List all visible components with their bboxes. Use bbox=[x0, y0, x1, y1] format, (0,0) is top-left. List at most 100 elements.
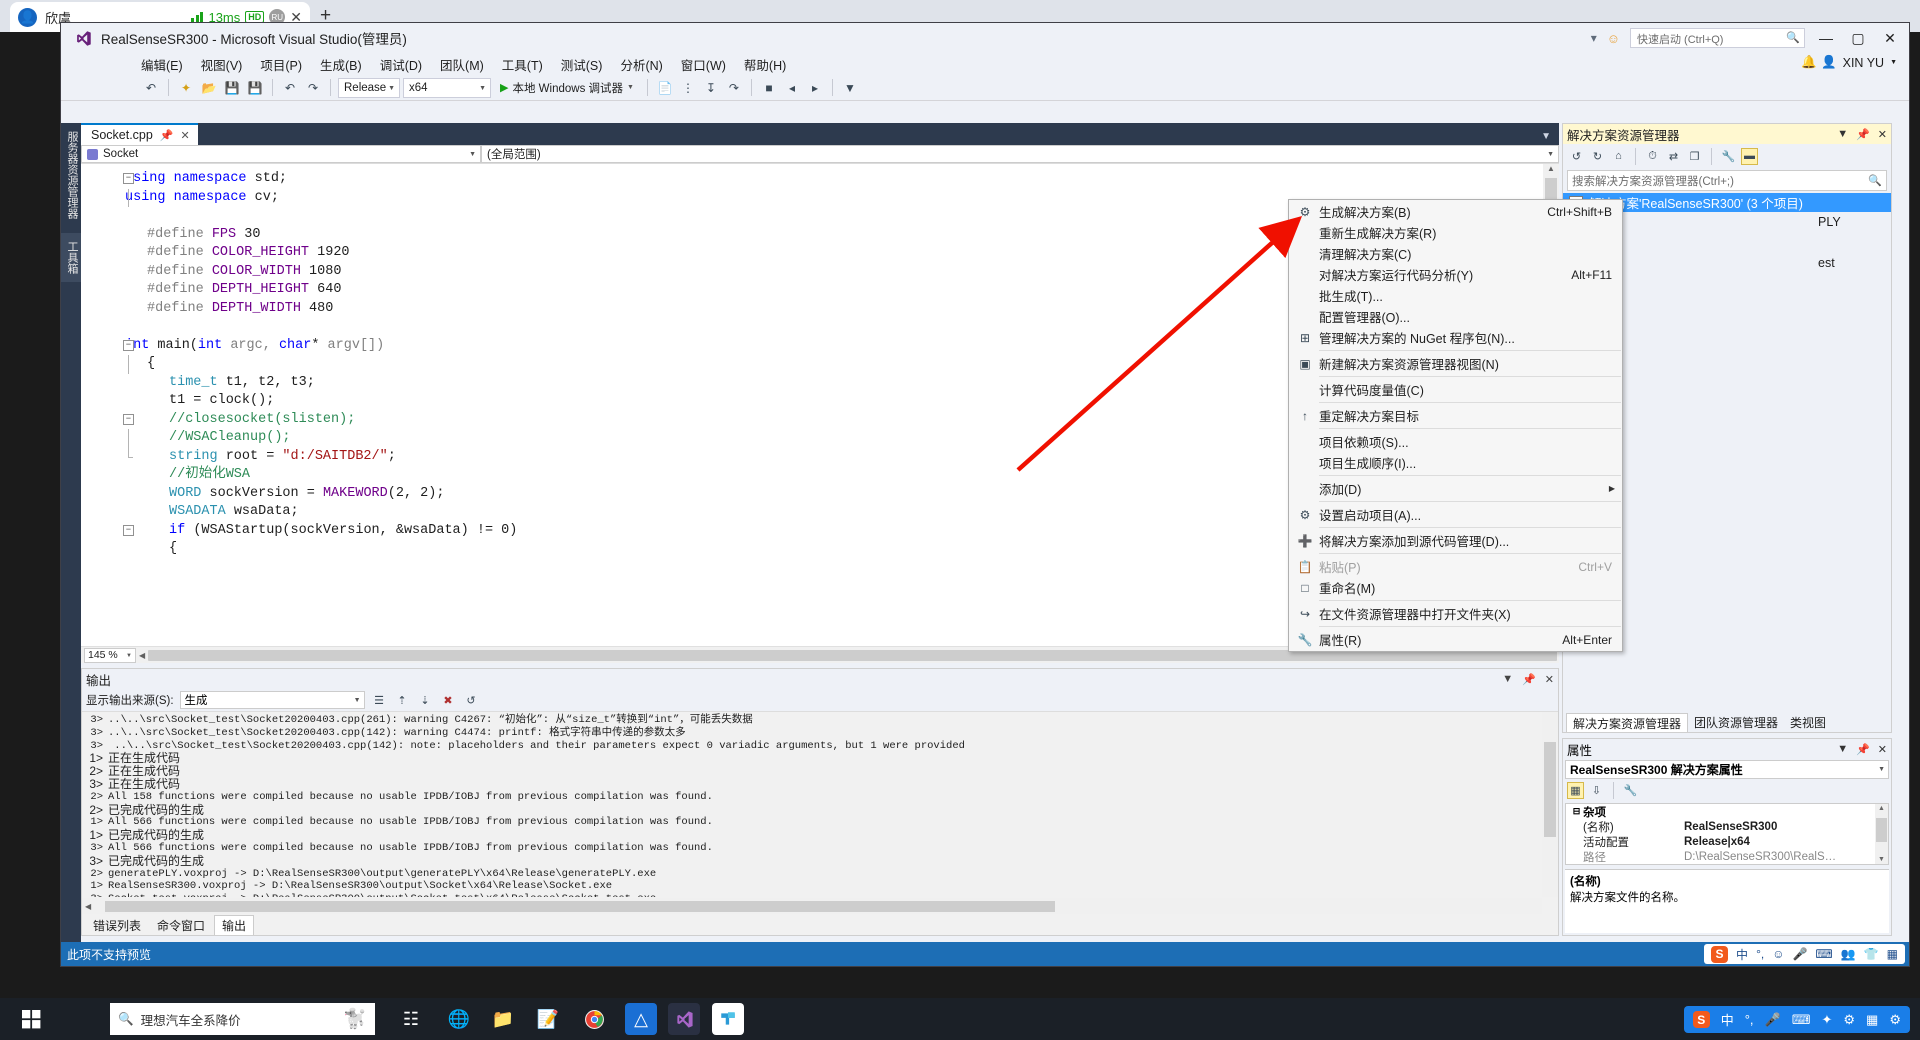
edge-icon[interactable]: 🌐 bbox=[443, 1003, 475, 1035]
feedback-icon[interactable]: ▾ bbox=[1591, 31, 1597, 45]
menu-item-3[interactable]: 生成(B) bbox=[320, 55, 362, 74]
visual-studio-taskbar-icon[interactable] bbox=[668, 1003, 700, 1035]
save-icon[interactable]: 💾 bbox=[222, 78, 242, 98]
microphone-icon[interactable]: 🎤 bbox=[1765, 1012, 1781, 1028]
prev-bookmark-icon[interactable]: ◂ bbox=[782, 78, 802, 98]
sticker-icon[interactable]: ✦ bbox=[1821, 1012, 1832, 1028]
editor-tab-socket-cpp[interactable]: Socket.cpp 📌 ✕ bbox=[81, 123, 198, 145]
scroll-up-icon[interactable]: ▲ bbox=[1878, 805, 1885, 812]
emoji-icon[interactable]: ☺ bbox=[1772, 947, 1784, 961]
ime-mode[interactable]: 中 bbox=[1736, 946, 1748, 963]
chrome-icon[interactable] bbox=[578, 1003, 610, 1035]
task-view-icon[interactable]: ☷ bbox=[395, 1003, 427, 1035]
apps-grid-icon[interactable]: ▦ bbox=[1887, 947, 1898, 961]
toolbar-overflow-icon[interactable]: ▼ bbox=[840, 78, 860, 98]
file-explorer-icon[interactable]: 📁 bbox=[487, 1003, 519, 1035]
fold-minus-icon[interactable]: − bbox=[123, 413, 134, 425]
menu-item-8[interactable]: 分析(N) bbox=[620, 55, 662, 74]
back-nav-icon[interactable]: ↶ bbox=[141, 78, 161, 98]
pending-changes-icon[interactable]: ⏱ bbox=[1644, 148, 1661, 165]
menu-item-2[interactable]: 项目(P) bbox=[260, 55, 302, 74]
close-button[interactable]: ✕ bbox=[1879, 30, 1901, 47]
navbar-type-dropdown[interactable]: Socket ▼ bbox=[81, 145, 481, 163]
smiley-icon[interactable]: ☺ bbox=[1607, 31, 1620, 46]
property-row[interactable]: 路径 D:\RealSenseSR300\RealS… bbox=[1566, 849, 1888, 864]
solution-tab-1[interactable]: 团队资源管理器 bbox=[1688, 713, 1784, 732]
start-debug-button[interactable]: ▶ 本地 Windows 调试器 ▼ bbox=[494, 80, 640, 96]
configuration-combo[interactable]: Release ▼ bbox=[338, 77, 400, 98]
home-icon[interactable]: ⌂ bbox=[1610, 148, 1627, 165]
solution-explorer-search-input[interactable]: 搜索解决方案资源管理器(Ctrl+;) 🔍 bbox=[1567, 170, 1887, 191]
quick-launch-input[interactable]: 快速启动 (Ctrl+Q) 🔍 bbox=[1630, 28, 1805, 48]
context-menu-item-9[interactable]: ↑ 重定解决方案目标 bbox=[1289, 405, 1622, 426]
chevron-down-icon[interactable]: ▼ bbox=[1837, 743, 1848, 756]
redo-icon[interactable]: ↷ bbox=[303, 78, 323, 98]
zoom-level-select[interactable]: 145 % ▼ bbox=[84, 647, 136, 663]
context-menu-item-16[interactable]: □ 重命名(M) bbox=[1289, 577, 1622, 598]
microphone-icon[interactable]: 🎤 bbox=[1792, 947, 1807, 961]
output-text[interactable]: 3> ..\..\src\Socket_test\Socket20200403.c… bbox=[82, 712, 1542, 897]
apps-grid-icon[interactable]: ▦ bbox=[1866, 1012, 1878, 1028]
context-menu-item-7[interactable]: ▣ 新建解决方案资源管理器视图(N) bbox=[1289, 353, 1622, 374]
context-menu-item-11[interactable]: 项目生成顺序(I)... bbox=[1289, 452, 1622, 473]
platform-combo[interactable]: x64 ▼ bbox=[403, 77, 491, 98]
context-menu-item-13[interactable]: ⚙ 设置启动项目(A)... bbox=[1289, 504, 1622, 525]
properties-grid[interactable]: ⊟ 杂项 (名称) RealSenseSR300 活动配置 Release|x64 路径 D… bbox=[1565, 803, 1889, 865]
find-message-icon[interactable]: ☰ bbox=[371, 692, 388, 709]
ime-punctuation[interactable]: °, bbox=[1745, 1012, 1754, 1027]
minimize-button[interactable]: — bbox=[1815, 30, 1837, 46]
sogou-icon[interactable]: S bbox=[1711, 945, 1729, 963]
output-source-select[interactable]: 生成 ▼ bbox=[179, 691, 365, 709]
skin-icon[interactable]: 👕 bbox=[1864, 947, 1879, 961]
context-menu-item-1[interactable]: 重新生成解决方案(R) bbox=[1289, 222, 1622, 243]
dock-tab-0[interactable]: 服务器资源管理器 bbox=[61, 123, 83, 227]
save-all-icon[interactable]: 💾 bbox=[245, 78, 265, 98]
chevron-down-icon[interactable]: ▼ bbox=[1837, 128, 1848, 141]
scroll-thumb[interactable] bbox=[1876, 818, 1887, 842]
ime-taskbar-bar[interactable]: S 中 °, 🎤 ⌨ ✦ ⚙ ▦ ⚙ bbox=[1683, 1006, 1910, 1033]
menu-item-1[interactable]: 视图(V) bbox=[201, 55, 243, 74]
undo-icon[interactable]: ↶ bbox=[280, 78, 300, 98]
context-menu-item-5[interactable]: 配置管理器(O)... bbox=[1289, 306, 1622, 327]
step-icon[interactable]: ⋮ bbox=[678, 78, 698, 98]
menu-item-0[interactable]: 编辑(E) bbox=[141, 55, 183, 74]
alphabetical-view-icon[interactable]: ⇩ bbox=[1588, 782, 1605, 799]
app-blue-icon[interactable]: △ bbox=[625, 1003, 657, 1035]
context-menu-item-14[interactable]: ➕ 将解决方案添加到源代码管理(D)... bbox=[1289, 530, 1622, 551]
toolbox-icon[interactable]: ⚙ bbox=[1843, 1012, 1855, 1028]
notifications-icon[interactable]: 🔔 bbox=[1801, 55, 1817, 70]
solution-tab-2[interactable]: 类视图 bbox=[1784, 713, 1832, 732]
taskbar-search-box[interactable]: 🔍 理想汽车全系降价 🐩 bbox=[110, 1003, 375, 1035]
new-item-icon[interactable]: ✦ bbox=[176, 78, 196, 98]
fold-minus-icon[interactable]: − bbox=[123, 173, 134, 184]
properties-object-select[interactable]: RealSenseSR300 解决方案属性 ▼ bbox=[1565, 760, 1889, 779]
properties-group-row[interactable]: ⊟ 杂项 bbox=[1566, 804, 1888, 819]
context-menu-item-6[interactable]: ⊞ 管理解决方案的 NuGet 程序包(N)... bbox=[1289, 327, 1622, 348]
context-menu-item-10[interactable]: 项目依赖项(S)... bbox=[1289, 431, 1622, 452]
dock-tab-1[interactable]: 工具箱 bbox=[61, 233, 83, 282]
collapse-all-icon[interactable]: ▬ bbox=[1741, 147, 1758, 165]
back-icon[interactable]: ↺ bbox=[1568, 148, 1585, 165]
close-icon[interactable]: ✕ bbox=[1878, 128, 1887, 141]
property-row[interactable]: (名称) RealSenseSR300 bbox=[1566, 819, 1888, 834]
tab-overflow-icon[interactable]: ▼ bbox=[1541, 131, 1559, 145]
categorized-view-icon[interactable]: ▦ bbox=[1567, 782, 1584, 799]
clear-all-icon[interactable]: ✖ bbox=[440, 692, 457, 709]
menu-item-9[interactable]: 窗口(W) bbox=[681, 55, 726, 74]
scroll-down-icon[interactable]: ▼ bbox=[1878, 856, 1885, 863]
sync-icon[interactable]: ⇄ bbox=[1665, 148, 1682, 165]
teams-icon[interactable] bbox=[712, 1003, 744, 1035]
scroll-thumb[interactable] bbox=[1544, 742, 1556, 837]
start-button[interactable] bbox=[12, 1005, 50, 1033]
hscroll-left-icon[interactable]: ◀ bbox=[136, 651, 148, 660]
navbar-member-dropdown[interactable]: (全局范围) ▼ bbox=[481, 145, 1559, 163]
output-horizontal-scrollbar[interactable]: ◀ bbox=[82, 898, 1542, 914]
context-menu-item-4[interactable]: 批生成(T)... bbox=[1289, 285, 1622, 306]
property-row[interactable]: 启动项目Socket bbox=[1566, 864, 1888, 865]
maximize-button[interactable]: ▢ bbox=[1847, 30, 1869, 47]
context-menu-item-2[interactable]: 清理解决方案(C) bbox=[1289, 243, 1622, 264]
menu-item-5[interactable]: 团队(M) bbox=[440, 55, 484, 74]
menu-item-4[interactable]: 调试(D) bbox=[380, 55, 422, 74]
close-icon[interactable]: ✕ bbox=[181, 129, 190, 142]
ime-toolbar-floating[interactable]: S 中 °, ☺ 🎤 ⌨ 👥 👕 ▦ bbox=[1704, 944, 1905, 964]
